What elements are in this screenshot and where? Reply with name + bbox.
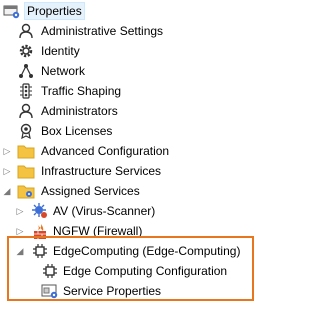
tree-item-label: Administrative Settings — [41, 24, 164, 38]
folder-icon — [17, 142, 35, 160]
identity-gear-icon — [17, 42, 35, 60]
tree-item-label: Box Licenses — [41, 124, 113, 138]
tree-item-label: Advanced Configuration — [41, 144, 170, 158]
tree-item-label: Network — [41, 64, 86, 78]
tree-item-label: Service Properties — [63, 284, 162, 298]
tree-item-label: Administrators — [41, 104, 118, 118]
tree-item-identity[interactable]: Identity — [0, 41, 260, 61]
tree-item-traffic-shaping[interactable]: Traffic Shaping — [0, 81, 260, 101]
tree-item-av-service[interactable]: ▷ AV (Virus-Scanner) — [0, 201, 260, 221]
tree-item-label: Traffic Shaping — [41, 84, 122, 98]
tree-item-label: AV (Virus-Scanner) — [53, 204, 156, 218]
traffic-light-icon — [17, 82, 35, 100]
expand-arrow-icon[interactable]: ▷ — [15, 206, 25, 216]
tree-item-label: Infrastructure Services — [41, 164, 162, 178]
tree-item-network[interactable]: Network — [0, 61, 260, 81]
expand-arrow-icon[interactable]: ▷ — [2, 166, 12, 176]
services-folder-icon — [17, 182, 35, 200]
license-badge-icon — [17, 122, 35, 140]
tree-item-properties[interactable]: Properties — [0, 1, 260, 21]
edge-computing-chip-icon — [31, 242, 49, 260]
collapse-arrow-icon[interactable]: ◢ — [15, 246, 25, 256]
tree-item-label: EdgeComputing (Edge-Computing) — [53, 244, 241, 258]
firewall-icon — [31, 222, 49, 240]
tree-item-label: Edge Computing Configuration — [63, 264, 228, 278]
tree-item-label: Identity — [41, 44, 80, 58]
tree-item-edge-computing[interactable]: ◢ EdgeComputing (Edge-Computing) — [0, 241, 260, 261]
tree-item-infrastructure-services[interactable]: ▷ Infrastructure Services — [0, 161, 260, 181]
service-properties-icon — [41, 282, 59, 300]
tree-item-administrators[interactable]: Administrators — [0, 101, 260, 121]
collapse-arrow-icon[interactable]: ◢ — [2, 186, 12, 196]
tree-item-label: Assigned Services — [41, 184, 140, 198]
tree-item-ngfw-service[interactable]: ▷ NGFW (Firewall) — [0, 221, 260, 241]
folder-icon — [17, 162, 35, 180]
expand-arrow-icon[interactable]: ▷ — [2, 146, 12, 156]
administrators-icon — [17, 102, 35, 120]
expand-arrow-icon[interactable]: ▷ — [15, 226, 25, 236]
tree-item-label: NGFW (Firewall) — [53, 224, 143, 238]
network-icon — [17, 62, 35, 80]
admin-user-icon — [17, 22, 35, 40]
tree-item-service-properties[interactable]: Service Properties — [0, 281, 260, 301]
tree-item-assigned-services[interactable]: ◢ Assigned Services — [0, 181, 260, 201]
virus-scanner-icon — [31, 202, 49, 220]
tree-item-label: Properties — [24, 2, 85, 20]
properties-icon — [3, 2, 21, 20]
tree-item-advanced-configuration[interactable]: ▷ Advanced Configuration — [0, 141, 260, 161]
tree-item-administrative-settings[interactable]: Administrative Settings — [0, 21, 260, 41]
tree-item-edge-computing-configuration[interactable]: Edge Computing Configuration — [0, 261, 260, 281]
edge-computing-chip-icon — [41, 262, 59, 280]
config-tree: Properties Administrative Settings Ident… — [0, 0, 260, 310]
tree-item-box-licenses[interactable]: Box Licenses — [0, 121, 260, 141]
